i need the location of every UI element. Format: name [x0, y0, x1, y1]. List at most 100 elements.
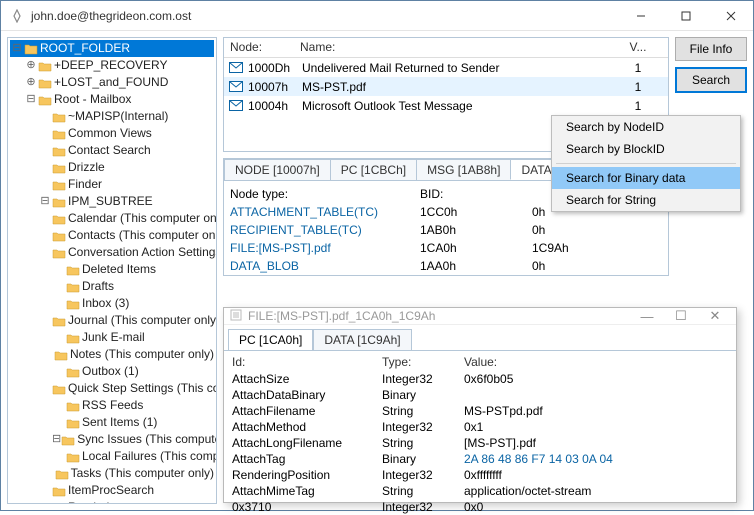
- tree-item[interactable]: Sent Items (1): [10, 414, 214, 431]
- nodetype-bid: 1CC0h: [420, 205, 532, 219]
- folder-icon: [52, 229, 66, 243]
- tree-item[interactable]: ~MAPISP(Internal): [10, 108, 214, 125]
- expand-icon[interactable]: ⊟: [24, 91, 38, 108]
- tree-item[interactable]: Common Views: [10, 125, 214, 142]
- tree-item[interactable]: Drafts: [10, 278, 214, 295]
- node-v: 1: [608, 99, 668, 113]
- property-row[interactable]: AttachLongFilename String [MS-PST].pdf: [232, 435, 728, 451]
- property-row[interactable]: AttachFilename String MS-PSTpd.pdf: [232, 403, 728, 419]
- folder-icon: [52, 484, 66, 498]
- folder-tree[interactable]: ⊟ ROOT_FOLDER ⊕ +DEEP_RECOVERY ⊕ +LOST_a…: [7, 37, 217, 504]
- tree-item[interactable]: Reminders: [10, 499, 214, 504]
- tree-root[interactable]: ⊟ ROOT_FOLDER: [10, 40, 214, 57]
- node-id: 1000Dh: [248, 61, 302, 75]
- prop-value[interactable]: 2A 86 48 86 F7 14 03 0A 04: [464, 452, 728, 466]
- tree-label: +LOST_and_FOUND: [54, 74, 168, 91]
- node-row[interactable]: 1000Dh Undelivered Mail Returned to Send…: [224, 58, 668, 77]
- tree-item[interactable]: ⊟ IPM_SUBTREE: [10, 193, 214, 210]
- modal-tab-pc[interactable]: PC [1CA0h]: [228, 329, 313, 350]
- node-id: 10004h: [248, 99, 302, 113]
- nodetype-name[interactable]: FILE:[MS-PST].pdf: [230, 241, 420, 255]
- tree-item[interactable]: ⊟ Root - Mailbox: [10, 91, 214, 108]
- property-row[interactable]: RenderingPosition Integer32 0xffffffff: [232, 467, 728, 483]
- expand-icon[interactable]: ⊕: [24, 57, 38, 74]
- node-row[interactable]: 10007h MS-PST.pdf 1: [224, 77, 668, 96]
- tree-item[interactable]: ItemProcSearch: [10, 482, 214, 499]
- tree-item[interactable]: Drizzle: [10, 159, 214, 176]
- property-row[interactable]: AttachMethod Integer32 0x1: [232, 419, 728, 435]
- col-type: Type:: [382, 355, 464, 369]
- menu-search-nodeid[interactable]: Search by NodeID: [552, 116, 740, 138]
- tree-item[interactable]: Calendar (This computer only): [10, 210, 214, 227]
- tree-item[interactable]: Tasks (This computer only): [10, 465, 214, 482]
- folder-icon: [66, 416, 80, 430]
- expand-icon[interactable]: ⊕: [24, 74, 38, 91]
- file-info-button[interactable]: File Info: [675, 37, 747, 61]
- folder-icon: [52, 314, 66, 328]
- nodetype-name[interactable]: RECIPIENT_TABLE(TC): [230, 223, 420, 237]
- tree-item[interactable]: Journal (This computer only): [10, 312, 214, 329]
- minimize-button[interactable]: [618, 1, 663, 30]
- node-row[interactable]: 10004h Microsoft Outlook Test Message 1: [224, 96, 668, 115]
- folder-icon: [52, 501, 66, 505]
- menu-search-blockid[interactable]: Search by BlockID: [552, 138, 740, 160]
- tree-item[interactable]: Quick Step Settings (This computer only): [10, 380, 214, 397]
- property-row[interactable]: AttachTag Binary 2A 86 48 86 F7 14 03 0A…: [232, 451, 728, 467]
- property-window-titlebar[interactable]: FILE:[MS-PST].pdf_1CA0h_1C9Ah — ☐ ✕: [224, 308, 736, 325]
- tree-item[interactable]: ⊟ Sync Issues (This computer only): [10, 431, 214, 448]
- folder-icon: [66, 399, 80, 413]
- col-v[interactable]: V...: [608, 38, 668, 57]
- tree-item[interactable]: ⊕ +LOST_and_FOUND: [10, 74, 214, 91]
- col-name[interactable]: Name:: [294, 38, 608, 57]
- property-row[interactable]: 0x3710 Integer32 0x0: [232, 499, 728, 515]
- collapse-icon[interactable]: ⊟: [10, 40, 24, 57]
- property-row[interactable]: AttachSize Integer32 0x6f0b05: [232, 371, 728, 387]
- tree-label: Quick Step Settings (This computer only): [68, 380, 217, 397]
- tree-item[interactable]: Contact Search: [10, 142, 214, 159]
- prop-id: AttachSize: [232, 372, 382, 386]
- nodetype-row[interactable]: RECIPIENT_TABLE(TC) 1AB0h 0h: [230, 221, 662, 239]
- tree-item[interactable]: Inbox (3): [10, 295, 214, 312]
- tab-pc[interactable]: PC [1CBCh]: [330, 159, 417, 180]
- tree-item[interactable]: Notes (This computer only): [10, 346, 214, 363]
- tree-item[interactable]: Deleted Items: [10, 261, 214, 278]
- titlebar: john.doe@thegrideon.com.ost: [1, 1, 753, 31]
- close-button[interactable]: [708, 1, 753, 30]
- nodetype-row[interactable]: DATA_BLOB 1AA0h 0h: [230, 257, 662, 275]
- tab-node[interactable]: NODE [10007h]: [224, 159, 331, 180]
- nodetype-label: Node type:: [230, 187, 420, 201]
- tree-item[interactable]: Outbox (1): [10, 363, 214, 380]
- property-maximize-button[interactable]: ☐: [664, 308, 698, 324]
- property-row[interactable]: AttachDataBinary Binary: [232, 387, 728, 403]
- tree-label: Root - Mailbox: [54, 91, 131, 108]
- nodetype-bid2: 0h: [532, 223, 545, 237]
- tree-item[interactable]: RSS Feeds: [10, 397, 214, 414]
- tab-msg[interactable]: MSG [1AB8h]: [416, 159, 511, 180]
- expand-icon[interactable]: ⊟: [38, 193, 52, 210]
- modal-tab-data[interactable]: DATA [1C9Ah]: [313, 329, 411, 350]
- folder-icon: [66, 450, 80, 464]
- folder-icon: [52, 127, 66, 141]
- nodetype-row[interactable]: FILE:[MS-PST].pdf 1CA0h 1C9Ah: [230, 239, 662, 257]
- search-button[interactable]: Search: [675, 67, 747, 93]
- tree-item[interactable]: Conversation Action Settings: [10, 244, 214, 261]
- property-minimize-button[interactable]: —: [630, 309, 664, 324]
- property-close-button[interactable]: ✕: [698, 308, 732, 324]
- node-name: Microsoft Outlook Test Message: [302, 99, 608, 113]
- menu-search-binary[interactable]: Search for Binary data: [552, 167, 740, 189]
- property-row[interactable]: AttachMimeTag String application/octet-s…: [232, 483, 728, 499]
- maximize-button[interactable]: [663, 1, 708, 30]
- tree-item[interactable]: Local Failures (This computer only): [10, 448, 214, 465]
- nodetype-name[interactable]: ATTACHMENT_TABLE(TC): [230, 205, 420, 219]
- tree-item[interactable]: Finder: [10, 176, 214, 193]
- tree-label: RSS Feeds: [82, 397, 143, 414]
- expand-icon[interactable]: ⊟: [52, 431, 61, 448]
- tree-item[interactable]: Contacts (This computer only): [10, 227, 214, 244]
- tree-item[interactable]: Junk E-mail: [10, 329, 214, 346]
- menu-search-string[interactable]: Search for String: [552, 189, 740, 211]
- col-node[interactable]: Node:: [224, 38, 294, 57]
- tree-item[interactable]: ⊕ +DEEP_RECOVERY: [10, 57, 214, 74]
- mail-icon: [228, 81, 244, 92]
- nodetype-name[interactable]: DATA_BLOB: [230, 259, 420, 273]
- nodetype-bid: 1CA0h: [420, 241, 532, 255]
